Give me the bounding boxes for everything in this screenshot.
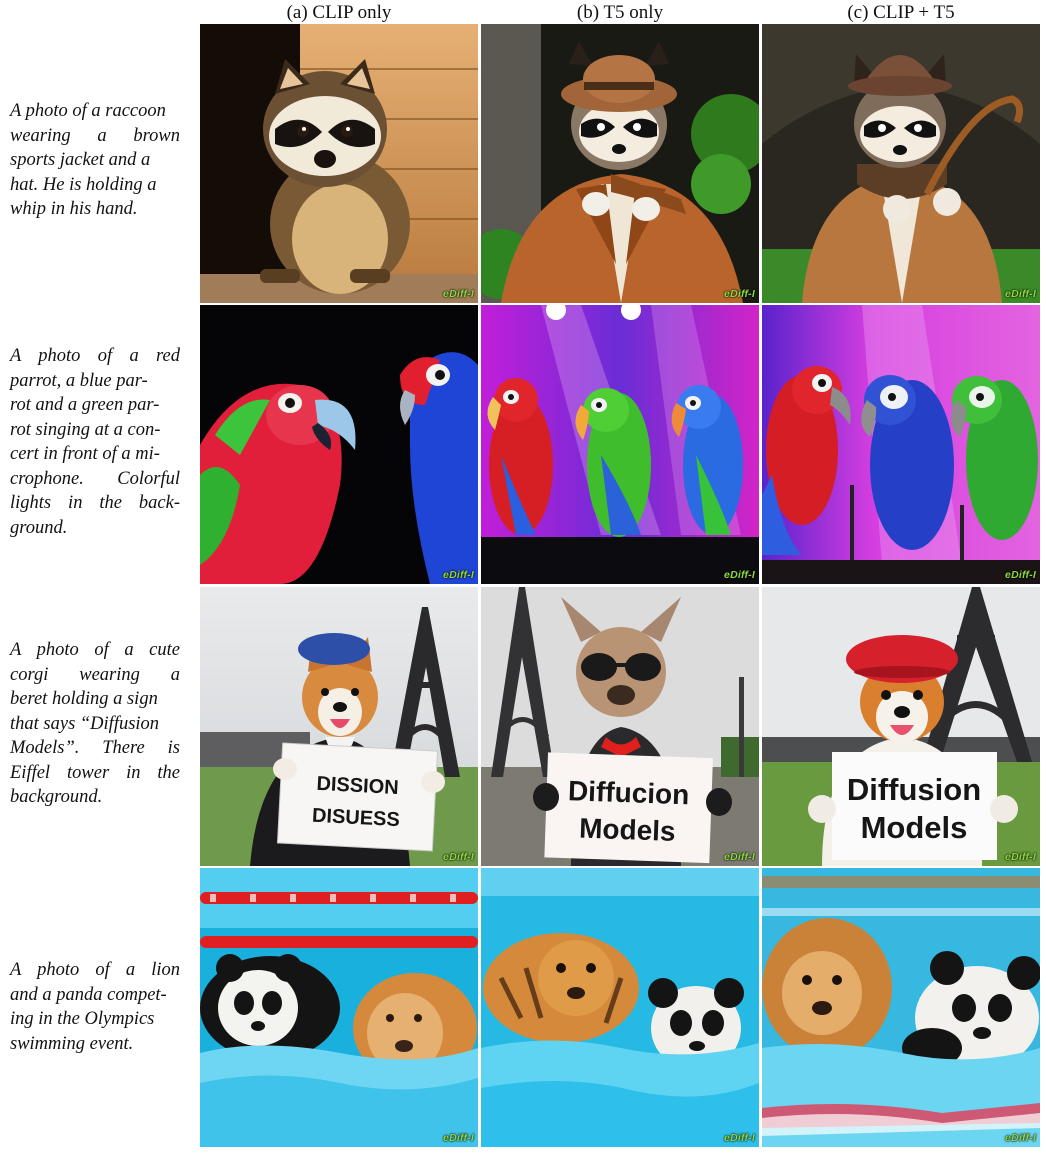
sign-line-1: Diffusion [847,772,981,807]
prompt-line: A photo of a raccoon [10,101,166,121]
prompt-line: crophone. Colorful [10,468,180,489]
sign-line-1: DISSION [316,773,399,799]
prompt-line: A photo of a cute [10,640,180,660]
raccoon-clip-t5-illustration [762,24,1040,303]
image-corgi-clip-only: DISSION DISUESS eDiff-I [200,587,478,866]
watermark-ediff-i: eDiff-I [1005,288,1036,300]
watermark-ediff-i: eDiff-I [1005,851,1036,863]
corgi-clip-illustration: DISSION DISUESS [200,587,478,866]
prompt-line: beret holding a sign [10,689,158,709]
sign-line-2: Models [579,813,676,847]
column-header-clip-only: (a) CLIP only [286,2,392,23]
watermark-ediff-i: eDiff-I [724,288,755,300]
prompt-parrots: A photo of a red parrot, a blue par- rot… [10,344,180,540]
image-lion-panda-t5-only: eDiff-I [481,868,759,1147]
image-corgi-clip-t5: Diffusion Models eDiff-I [762,587,1040,866]
parrots-t5-illustration [481,305,759,584]
lion-panda-t5-illustration [481,868,759,1147]
sign-line-1: Diffucion [568,775,690,810]
watermark-ediff-i: eDiff-I [1005,569,1036,581]
prompt-line: parrot, a blue par- [10,370,148,391]
raccoon-t5-illustration [481,24,759,303]
prompt-line: sports jacket and a [10,150,151,170]
watermark-ediff-i: eDiff-I [724,1132,755,1144]
prompt-line: cert in front of a mi- [10,444,160,464]
watermark-ediff-i: eDiff-I [1005,1132,1036,1144]
prompt-line: rot and a green par- [10,395,160,415]
prompt-line: and a panda compet- [10,984,167,1005]
column-header-t5-only: (b) T5 only [576,2,664,23]
prompt-line: Models”. There is [10,738,180,758]
image-parrots-t5-only: eDiff-I [481,305,759,584]
prompt-line: Eiffel tower in the [10,762,180,783]
parrots-clip-t5-illustration [762,305,1040,584]
watermark-ediff-i: eDiff-I [443,851,474,863]
prompt-raccoon: A photo of a raccoon wearing a brown spo… [10,99,180,222]
prompt-line: whip in his hand. [10,199,138,219]
prompt-line: rot singing at a con- [10,419,161,440]
corgi-t5-illustration: Diffucion Models [481,587,759,866]
prompt-line: corgi wearing a [10,664,180,685]
parrots-clip-illustration [200,305,478,584]
image-parrots-clip-t5: eDiff-I [762,305,1040,584]
column-header-clip-t5: (c) CLIP + T5 [847,2,955,23]
image-raccoon-clip-only: eDiff-I [200,24,478,303]
sign-line-2: DISUESS [311,805,400,832]
lion-panda-clip-t5-illustration [762,868,1040,1147]
watermark-ediff-i: eDiff-I [443,1132,474,1144]
watermark-ediff-i: eDiff-I [443,569,474,581]
prompt-line: ground. [10,517,68,538]
sign-line-2: Models [861,810,968,845]
prompt-line: hat. He is holding a [10,174,157,195]
image-corgi-t5-only: Diffucion Models eDiff-I [481,587,759,866]
image-raccoon-clip-t5: eDiff-I [762,24,1040,303]
watermark-ediff-i: eDiff-I [724,569,755,581]
prompt-line: ing in the Olympics [10,1009,155,1029]
watermark-ediff-i: eDiff-I [724,851,755,863]
prompt-line: A photo of a lion [10,960,180,980]
prompt-line: background. [10,787,103,807]
watermark-ediff-i: eDiff-I [443,288,474,300]
prompt-line: lights in the back- [10,493,180,513]
prompt-line: that says “Diffusion [10,713,160,734]
prompt-line: wearing a brown [10,125,180,146]
image-raccoon-t5-only: eDiff-I [481,24,759,303]
image-lion-panda-clip-t5: eDiff-I [762,868,1040,1147]
lion-panda-clip-illustration [200,868,478,1147]
image-parrots-clip-only: eDiff-I [200,305,478,584]
raccoon-clip-illustration [200,24,478,303]
prompt-corgi: A photo of a cute corgi wearing a beret … [10,638,180,810]
prompt-line: swimming event. [10,1033,134,1054]
prompt-line: A photo of a red [10,346,180,366]
image-lion-panda-clip-only: eDiff-I [200,868,478,1147]
prompt-lion-panda: A photo of a lion and a panda compet- in… [10,958,180,1056]
corgi-clip-t5-illustration: Diffusion Models [762,587,1040,866]
